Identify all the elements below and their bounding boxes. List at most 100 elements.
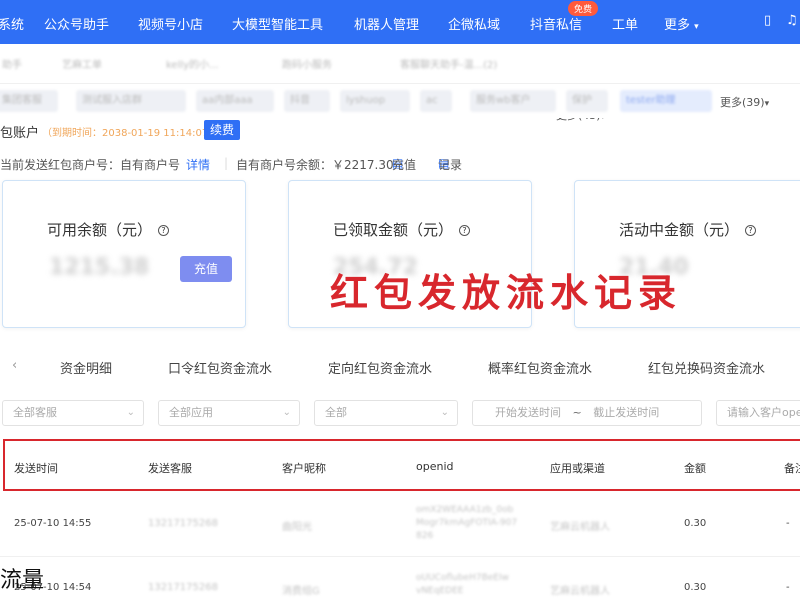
recharge-label: 充值	[392, 158, 417, 172]
group-tab[interactable]: 服务wb客户	[470, 90, 556, 112]
date-range-picker[interactable]: 开始发送时间 ~ 截止发送时间	[472, 400, 702, 426]
nav-item-ticket[interactable]: 工单	[612, 14, 638, 33]
fund-flow-tabs: ‹ 资金明细 口令红包资金流水 定向红包资金流水 概率红包资金流水 红包兑换码资…	[0, 352, 800, 382]
subtab-directed-redpacket[interactable]: 定向红包资金流水	[328, 358, 432, 377]
date-separator: ~	[572, 406, 582, 419]
bottom-caption: 流量	[0, 568, 45, 593]
cell-amount: 0.30	[684, 582, 707, 593]
nav-more-label: 更多	[664, 18, 691, 33]
chevron-down-icon: ⌄	[126, 407, 135, 418]
more-label: 更多(39)	[720, 96, 765, 109]
tabs-row2-more[interactable]: 更多(39)▾	[720, 94, 769, 110]
cell-service: 13217175268	[148, 582, 218, 593]
nav-item-ai-tools[interactable]: 大模型智能工具	[232, 14, 323, 33]
chevron-down-icon: ⌄	[282, 407, 291, 418]
nav-item-official-account[interactable]: 公众号助手	[44, 14, 109, 33]
cell-time: 25-07-10 14:55	[14, 518, 92, 529]
cell-channel: 艺麻云机器人	[550, 586, 610, 597]
subtab-fund-detail[interactable]: 资金明细	[60, 358, 112, 377]
group-tab[interactable]: 测试服入店群	[76, 90, 186, 112]
group-tab[interactable]: 集团客服	[0, 90, 58, 112]
nav-item-douyin-dm[interactable]: 抖音私信	[530, 14, 582, 33]
merchant-balance: 自有商户号余额：￥2217.30	[236, 158, 394, 172]
cell-remark: -	[786, 518, 790, 529]
renew-button[interactable]: 续费	[204, 120, 240, 140]
column-header-channel: 应用或渠道	[550, 462, 605, 475]
subtab-password-redpacket[interactable]: 口令红包资金流水	[168, 358, 272, 377]
expire-time: （到期时间：2038-01-19 11:14:07）	[42, 128, 219, 139]
card-title: 可用余额（元）?	[47, 219, 170, 240]
column-header-openid: openid	[416, 460, 454, 473]
group-tab[interactable]: ac	[420, 90, 452, 112]
chevron-down-icon: ▾	[764, 99, 770, 109]
help-icon[interactable]: ?	[158, 225, 170, 236]
workspace-tabs-row-2: 集团客服 测试服入店群 aa内部aaa 抖音 lyshuop ac 服务wb客户…	[0, 86, 800, 118]
chevron-down-icon: ⌄	[440, 407, 449, 418]
table-header-highlight	[3, 439, 800, 491]
workspace-tab[interactable]: 艺麻工单	[56, 55, 136, 77]
merchant-detail-link[interactable]: 详情	[186, 156, 210, 173]
cell-service: 13217175268	[148, 518, 218, 529]
column-header-nickname: 客户昵称	[282, 462, 326, 475]
status-select-value: 全部	[325, 406, 347, 419]
phone-icon[interactable]: ▯	[764, 13, 771, 28]
account-title: 包账户	[0, 126, 40, 141]
start-date-input[interactable]: 开始发送时间	[495, 406, 561, 419]
row-divider	[0, 556, 800, 557]
workspace-tab[interactable]: 跑码小服务	[276, 55, 360, 77]
nav-item-wecom-private[interactable]: 企微私域	[448, 14, 500, 33]
card-title-text: 可用余额（元）	[47, 221, 153, 239]
nav-item-system[interactable]: 系统	[0, 14, 24, 33]
group-tab[interactable]: lyshuop	[340, 90, 410, 112]
cell-amount: 0.30	[684, 518, 707, 529]
subtab-probability-redpacket[interactable]: 概率红包资金流水	[488, 358, 592, 377]
chevron-down-icon: ▾	[694, 22, 699, 32]
column-header-service: 发送客服	[148, 462, 192, 475]
customer-openid-input[interactable]: 请输入客户openid	[716, 400, 800, 426]
end-date-input[interactable]: 截止发送时间	[593, 406, 659, 419]
bell-icon[interactable]: ♫	[786, 13, 798, 28]
workspace-tab[interactable]: 客服聊天助手-温...(2)	[394, 55, 522, 77]
group-tab[interactable]: aa内部aaa	[196, 90, 274, 112]
group-tab[interactable]: 抖音	[284, 90, 330, 112]
card-title-text: 活动中金额（元）	[619, 221, 740, 239]
cell-channel: 艺麻云机器人	[550, 522, 610, 533]
cell-openid: oUUCoflubeH7BeEIw vNEqEDEE	[416, 573, 510, 596]
subtab-redeem-code[interactable]: 红包兑换码资金流水	[648, 358, 765, 377]
app-select-value: 全部应用	[169, 406, 213, 419]
card-title: 已领取金额（元）?	[333, 219, 471, 240]
group-tab[interactable]: 保护	[566, 90, 608, 112]
chevron-left-icon[interactable]: ‹	[12, 358, 17, 373]
column-header-send-time: 发送时间	[14, 462, 58, 475]
group-tab-active[interactable]: tester助理	[620, 90, 712, 112]
workspace-tabs-row-1: 助手 艺麻工单 kelly的小... 跑码小服务 客服聊天助手-温...(2) …	[0, 48, 800, 122]
card-title-text: 已领取金额（元）	[333, 221, 454, 239]
cell-remark: -	[786, 582, 790, 593]
status-select[interactable]: 全部 ⌄	[314, 400, 458, 426]
workspace-tab[interactable]: 助手	[0, 55, 26, 77]
service-select[interactable]: 全部客服 ⌄	[2, 400, 144, 426]
nav-item-video-shop[interactable]: 视频号小店	[138, 14, 203, 33]
workspace-tab[interactable]: kelly的小...	[160, 55, 242, 77]
divider: |	[224, 156, 229, 170]
records-label: 记录	[438, 158, 463, 172]
service-select-value: 全部客服	[13, 406, 57, 419]
cell-nickname: 曲阳光	[282, 522, 312, 533]
merchant-label: 当前发送红包商户号：自有商户号	[0, 158, 181, 172]
cell-nickname: 消费组G	[282, 586, 320, 597]
card-title: 活动中金额（元）?	[619, 219, 757, 240]
nav-item-more[interactable]: 更多 ▾	[664, 14, 699, 33]
nav-item-robot-management[interactable]: 机器人管理	[354, 14, 419, 33]
top-navbar: 系统 公众号助手 视频号小店 大模型智能工具 机器人管理 企微私域 抖音私信 免…	[0, 0, 800, 44]
overlay-title: 红包发放流水记录	[330, 270, 683, 315]
card-recharge-button[interactable]: 充值	[180, 256, 232, 282]
card-value: 1215.38	[49, 255, 150, 280]
available-balance-card: 可用余额（元）? 1215.38	[2, 180, 246, 328]
merchant-info-row: 当前发送红包商户号：自有商户号 详情 | 自有商户号余额：￥2217.30 ▤ 充…	[0, 156, 800, 174]
app-select[interactable]: 全部应用 ⌄	[158, 400, 300, 426]
account-row: 包账户 （到期时间：2038-01-19 11:14:07） 续费	[0, 120, 800, 142]
help-icon[interactable]: ?	[459, 225, 471, 236]
column-header-amount: 金额	[684, 462, 706, 475]
cell-openid: omX2WEAAA1zb_0ob Mogr7kmAgFOTIA-907 826	[416, 505, 518, 541]
help-icon[interactable]: ?	[745, 225, 757, 236]
